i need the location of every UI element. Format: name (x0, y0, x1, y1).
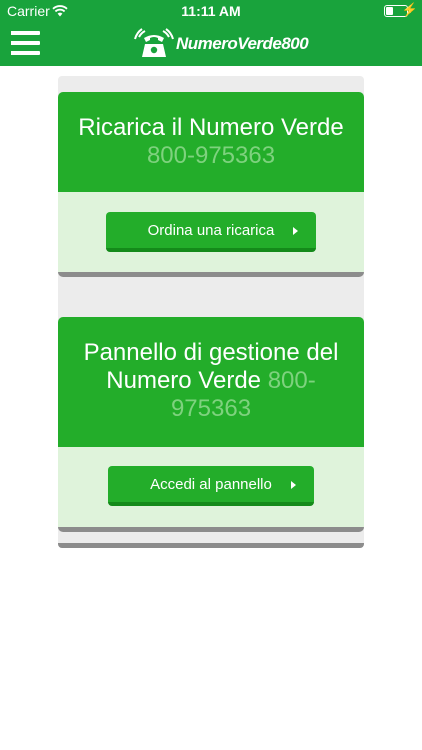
status-bar: Carrier 11:11 AM ⚡ (0, 0, 422, 22)
order-recharge-button[interactable]: Ordina una ricarica (106, 212, 316, 252)
chevron-right-icon (293, 227, 298, 235)
status-time: 11:11 AM (181, 3, 241, 19)
access-panel-button[interactable]: Accedi al pannello (108, 466, 314, 506)
recharge-card: Ricarica il Numero Verde 800-975363 Ordi… (58, 92, 364, 277)
hamburger-menu-icon-line (11, 51, 40, 55)
charging-bolt-icon: ⚡ (401, 2, 418, 17)
logo-text: NumeroVerde800 (176, 34, 309, 53)
chevron-right-icon (291, 481, 296, 489)
hamburger-menu-icon (11, 31, 40, 35)
app-logo: NumeroVerde800 (134, 28, 309, 60)
card-header: Ricarica il Numero Verde 800-975363 (58, 92, 364, 192)
battery-level (386, 7, 393, 15)
hamburger-menu-icon-line (11, 41, 40, 45)
button-label: Ordina una ricarica (147, 221, 275, 239)
nav-bar: NumeroVerde800 (0, 22, 422, 66)
telephone-icon (134, 28, 174, 57)
button-label: Accedi al pannello (150, 475, 272, 493)
card-phone-number: 800-975363 (146, 142, 276, 169)
menu-button[interactable] (11, 31, 40, 55)
card-title: Ricarica il Numero Verde (78, 114, 344, 141)
management-card: Pannello di gestione del Numero Verde 80… (58, 317, 364, 532)
card-header: Pannello di gestione del Numero Verde 80… (58, 317, 364, 447)
